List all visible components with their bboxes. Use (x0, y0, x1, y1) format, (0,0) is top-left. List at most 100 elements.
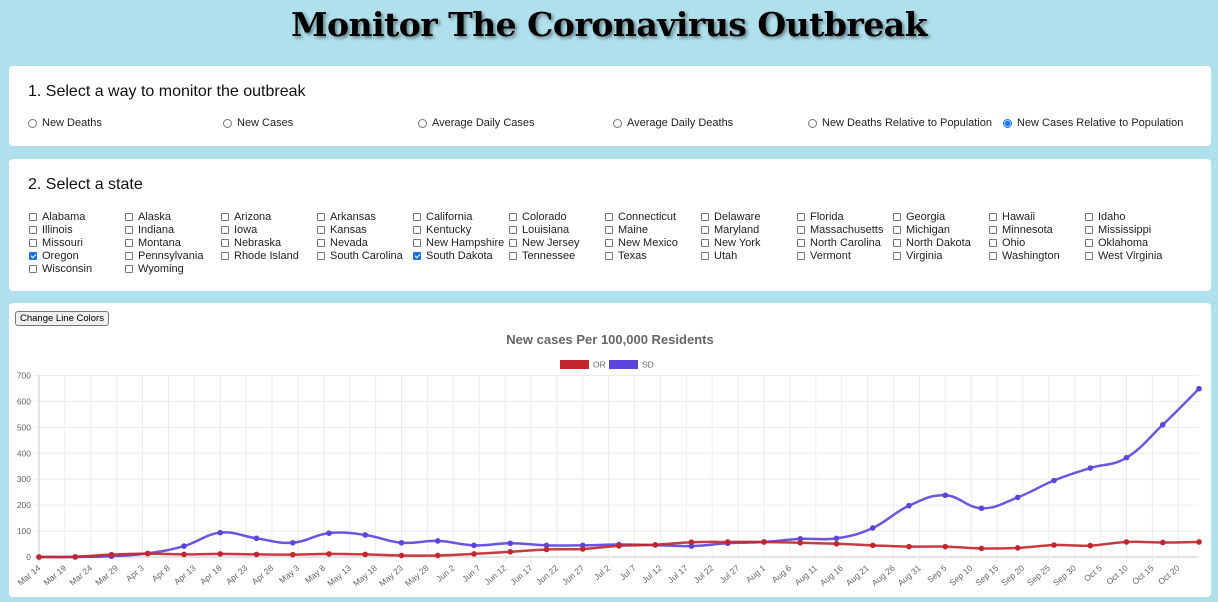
state-checkbox[interactable] (125, 252, 133, 260)
state-checkbox[interactable] (701, 226, 709, 234)
state-option[interactable]: Florida (797, 211, 844, 223)
state-checkbox[interactable] (317, 213, 325, 221)
radio-button[interactable] (613, 118, 622, 128)
state-checkbox[interactable] (413, 252, 421, 260)
state-option[interactable]: Alaska (125, 211, 171, 223)
state-checkbox[interactable] (413, 213, 421, 221)
radio-button[interactable] (28, 118, 37, 128)
state-option[interactable]: New York (701, 237, 760, 249)
state-option[interactable]: Arkansas (317, 211, 376, 223)
state-checkbox[interactable] (221, 226, 229, 234)
state-option[interactable]: Wyoming (125, 263, 184, 275)
state-option[interactable]: Nevada (317, 237, 368, 249)
state-option[interactable]: Maine (605, 224, 648, 236)
state-option[interactable]: Illinois (29, 224, 73, 236)
state-checkbox[interactable] (29, 239, 37, 247)
radio-button[interactable] (418, 118, 427, 128)
state-checkbox[interactable] (605, 239, 613, 247)
state-option[interactable]: Louisiana (509, 224, 569, 236)
state-option[interactable]: Pennsylvania (125, 250, 203, 262)
state-checkbox[interactable] (989, 226, 997, 234)
state-checkbox[interactable] (797, 252, 805, 260)
state-checkbox[interactable] (317, 239, 325, 247)
state-checkbox[interactable] (221, 239, 229, 247)
state-checkbox[interactable] (317, 226, 325, 234)
state-checkbox[interactable] (701, 239, 709, 247)
state-checkbox[interactable] (125, 213, 133, 221)
state-option[interactable]: Massachusetts (797, 224, 883, 236)
state-checkbox[interactable] (893, 239, 901, 247)
state-checkbox[interactable] (509, 239, 517, 247)
state-option[interactable]: South Carolina (317, 250, 403, 262)
state-checkbox[interactable] (1085, 252, 1093, 260)
state-checkbox[interactable] (125, 265, 133, 273)
state-checkbox[interactable] (989, 239, 997, 247)
state-option[interactable]: Delaware (701, 211, 760, 223)
state-option[interactable]: New Hampshire (413, 237, 504, 249)
state-option[interactable]: Arizona (221, 211, 271, 223)
state-checkbox[interactable] (797, 226, 805, 234)
state-checkbox[interactable] (1085, 213, 1093, 221)
state-option[interactable]: Indiana (125, 224, 174, 236)
state-checkbox[interactable] (29, 226, 37, 234)
state-checkbox[interactable] (125, 226, 133, 234)
state-option[interactable]: South Dakota (413, 250, 493, 262)
state-checkbox[interactable] (1085, 226, 1093, 234)
state-option[interactable]: North Dakota (893, 237, 971, 249)
state-checkbox[interactable] (1085, 239, 1093, 247)
state-option[interactable]: Kansas (317, 224, 367, 236)
metric-option[interactable]: Average Daily Deaths (613, 117, 733, 129)
state-option[interactable]: Iowa (221, 224, 257, 236)
state-option[interactable]: Oklahoma (1085, 237, 1148, 249)
state-checkbox[interactable] (797, 213, 805, 221)
state-checkbox[interactable] (509, 252, 517, 260)
state-option[interactable]: Kentucky (413, 224, 471, 236)
state-checkbox[interactable] (29, 252, 37, 260)
state-option[interactable]: New Mexico (605, 237, 678, 249)
state-option[interactable]: Tennessee (509, 250, 575, 262)
state-option[interactable]: Connecticut (605, 211, 676, 223)
metric-option[interactable]: New Cases (223, 117, 293, 129)
state-option[interactable]: Minnesota (989, 224, 1053, 236)
radio-button[interactable] (808, 118, 817, 128)
metric-option[interactable]: New Cases Relative to Population (1003, 117, 1183, 129)
state-option[interactable]: Georgia (893, 211, 945, 223)
radio-button[interactable] (1003, 118, 1012, 128)
state-option[interactable]: Alabama (29, 211, 85, 223)
state-option[interactable]: Mississippi (1085, 224, 1151, 236)
state-option[interactable]: Texas (605, 250, 647, 262)
state-option[interactable]: Montana (125, 237, 181, 249)
state-option[interactable]: Michigan (893, 224, 950, 236)
state-checkbox[interactable] (893, 213, 901, 221)
state-checkbox[interactable] (29, 213, 37, 221)
state-option[interactable]: Idaho (1085, 211, 1126, 223)
state-checkbox[interactable] (509, 226, 517, 234)
state-checkbox[interactable] (989, 213, 997, 221)
state-option[interactable]: Oregon (29, 250, 79, 262)
state-checkbox[interactable] (125, 239, 133, 247)
state-checkbox[interactable] (797, 239, 805, 247)
state-option[interactable]: Colorado (509, 211, 567, 223)
state-checkbox[interactable] (701, 213, 709, 221)
state-option[interactable]: Rhode Island (221, 250, 299, 262)
state-checkbox[interactable] (605, 226, 613, 234)
state-checkbox[interactable] (893, 226, 901, 234)
state-option[interactable]: Hawaii (989, 211, 1035, 223)
state-checkbox[interactable] (29, 265, 37, 273)
state-checkbox[interactable] (701, 252, 709, 260)
state-option[interactable]: North Carolina (797, 237, 881, 249)
state-option[interactable]: Wisconsin (29, 263, 92, 275)
state-option[interactable]: Vermont (797, 250, 851, 262)
state-checkbox[interactable] (893, 252, 901, 260)
state-checkbox[interactable] (221, 213, 229, 221)
state-checkbox[interactable] (509, 213, 517, 221)
state-option[interactable]: Nebraska (221, 237, 281, 249)
state-option[interactable]: Maryland (701, 224, 759, 236)
state-checkbox[interactable] (221, 252, 229, 260)
state-checkbox[interactable] (413, 226, 421, 234)
metric-option[interactable]: New Deaths (28, 117, 102, 129)
state-checkbox[interactable] (605, 252, 613, 260)
metric-option[interactable]: New Deaths Relative to Population (808, 117, 992, 129)
state-option[interactable]: California (413, 211, 472, 223)
state-option[interactable]: Virginia (893, 250, 943, 262)
